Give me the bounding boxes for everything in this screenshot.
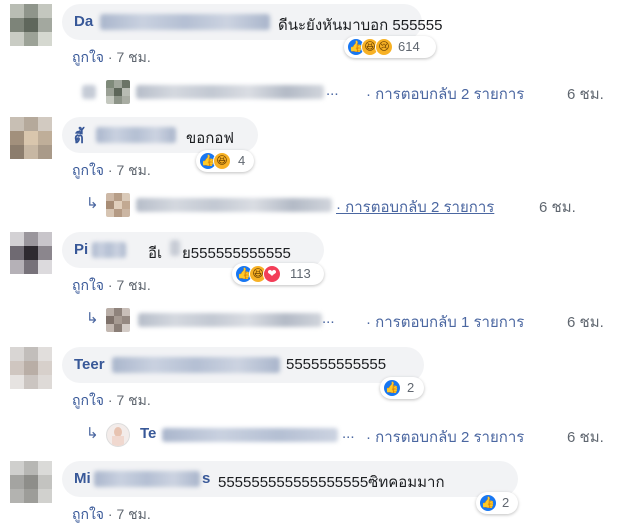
reply-ellipsis: ... <box>322 310 335 327</box>
comment-text: ขอกอฟ <box>186 130 234 147</box>
commenter-name[interactable]: ตี้ <box>74 126 84 150</box>
blurred-reply-text <box>138 313 322 327</box>
reply-arrow-icon: ↳ <box>86 310 99 327</box>
commenter-name-tail[interactable]: s <box>202 470 210 487</box>
comment-meta: ถูกใจ · 7 ชม. <box>72 47 151 69</box>
reply-timestamp[interactable]: 6 ชม. <box>539 195 576 219</box>
like-link[interactable]: ถูกใจ <box>72 162 104 178</box>
avatar[interactable] <box>10 232 52 274</box>
blurred-reply-icon <box>82 85 96 99</box>
comment-bubble: Teer 555555555555 <box>62 347 424 383</box>
view-replies-link[interactable]: · การตอบกลับ 2 รายการ <box>366 82 524 106</box>
comment-bubble: ตี้ ขอกอฟ <box>62 117 258 153</box>
reaction-summary[interactable]: 👍 2 <box>476 492 518 514</box>
comment-text: 555555555555555555ซิทคอมมาก <box>218 474 445 491</box>
comment-bubble: Mi s 555555555555555555ซิทคอมมาก <box>62 461 518 497</box>
like-icon: 👍 <box>479 494 497 512</box>
blurred-name <box>94 471 200 487</box>
reaction-summary[interactable]: 👍 2 <box>380 377 424 399</box>
like-link[interactable]: ถูกใจ <box>72 506 104 522</box>
view-replies-link[interactable]: · การตอบกลับ 1 รายการ <box>366 310 524 334</box>
comment-text: อีเ <box>148 245 163 262</box>
comment-meta: ถูกใจ · 7 ชม. <box>72 160 151 182</box>
timestamp[interactable]: 7 ชม. <box>116 162 150 178</box>
blurred-word <box>170 240 180 256</box>
reply-avatar <box>106 80 130 104</box>
reply-avatar <box>106 193 130 217</box>
avatar[interactable] <box>10 461 52 503</box>
view-replies-link[interactable]: · การตอบกลับ 2 รายการ <box>336 195 494 219</box>
commenter-name[interactable]: Mi <box>74 470 91 487</box>
reaction-count: 2 <box>502 495 510 510</box>
blurred-name <box>96 127 176 143</box>
love-icon: ❤ <box>263 265 281 283</box>
reaction-summary[interactable]: 👍 😆 4 <box>196 150 254 172</box>
reaction-count: 4 <box>238 153 246 168</box>
comment-meta: ถูกใจ · 7 ชม. <box>72 275 151 297</box>
comment-text: 555555555555 <box>286 356 387 373</box>
commenter-name[interactable]: Pi <box>74 241 88 258</box>
reply-ellipsis: ... <box>342 425 355 442</box>
blurred-name <box>112 357 280 373</box>
reply-avatar <box>106 308 130 332</box>
like-link[interactable]: ถูกใจ <box>72 49 104 65</box>
timestamp[interactable]: 7 ชม. <box>116 392 150 408</box>
blurred-name <box>92 242 126 258</box>
blurred-reply-text <box>136 198 332 212</box>
comment-meta: ถูกใจ · 7 ชม. <box>72 390 151 412</box>
timestamp[interactable]: 7 ชม. <box>116 506 150 522</box>
like-link[interactable]: ถูกใจ <box>72 392 104 408</box>
like-link[interactable]: ถูกใจ <box>72 277 104 293</box>
reaction-count: 113 <box>290 266 311 281</box>
commenter-name[interactable]: Da <box>74 13 93 30</box>
reply-author-name[interactable]: Te <box>140 425 156 442</box>
reply-timestamp[interactable]: 6 ชม. <box>567 425 604 449</box>
reply-arrow-icon: ↳ <box>86 195 99 212</box>
reply-row[interactable]: ... · การตอบกลับ 2 รายการ 6 ชม. <box>0 80 619 104</box>
reaction-count: 614 <box>398 39 420 54</box>
reply-timestamp[interactable]: 6 ชม. <box>567 310 604 334</box>
blurred-name <box>100 14 270 30</box>
reply-row[interactable]: ↳ ... · การตอบกลับ 1 รายการ 6 ชม. <box>0 308 619 332</box>
reaction-summary[interactable]: 👍 😆 ❤ 113 <box>232 263 324 285</box>
view-replies-link[interactable]: · การตอบกลับ 2 รายการ <box>366 425 524 449</box>
comment-bubble: Da ดีนะยังหันมาบอก 555555 <box>62 4 442 40</box>
haha-icon: 😆 <box>213 152 231 170</box>
avatar[interactable] <box>10 347 52 389</box>
timestamp[interactable]: 7 ชม. <box>116 49 150 65</box>
reply-avatar <box>106 423 130 447</box>
avatar[interactable] <box>10 4 52 46</box>
comment-text: ดีนะยังหันมาบอก 555555 <box>278 17 443 34</box>
comment-meta: ถูกใจ · 7 ชม. <box>72 504 151 526</box>
commenter-name[interactable]: Teer <box>74 356 105 373</box>
reaction-count: 2 <box>407 380 415 395</box>
blurred-reply-text <box>136 85 324 99</box>
comment-text-tail: ย555555555555 <box>182 245 291 262</box>
timestamp[interactable]: 7 ชม. <box>116 277 150 293</box>
reply-timestamp[interactable]: 6 ชม. <box>567 82 604 106</box>
sad-icon: 😢 <box>375 38 393 56</box>
avatar[interactable] <box>10 117 52 159</box>
reaction-summary[interactable]: 👍 😆 😢 614 <box>344 36 436 58</box>
blurred-reply-text <box>162 428 338 442</box>
reply-row[interactable]: ↳ Te ... · การตอบกลับ 2 รายการ 6 ชม. <box>0 423 619 447</box>
like-icon: 👍 <box>383 379 401 397</box>
reply-row[interactable]: ↳ · การตอบกลับ 2 รายการ 6 ชม. <box>0 193 619 217</box>
reply-ellipsis: ... <box>326 82 339 99</box>
reply-arrow-icon: ↳ <box>86 425 99 442</box>
